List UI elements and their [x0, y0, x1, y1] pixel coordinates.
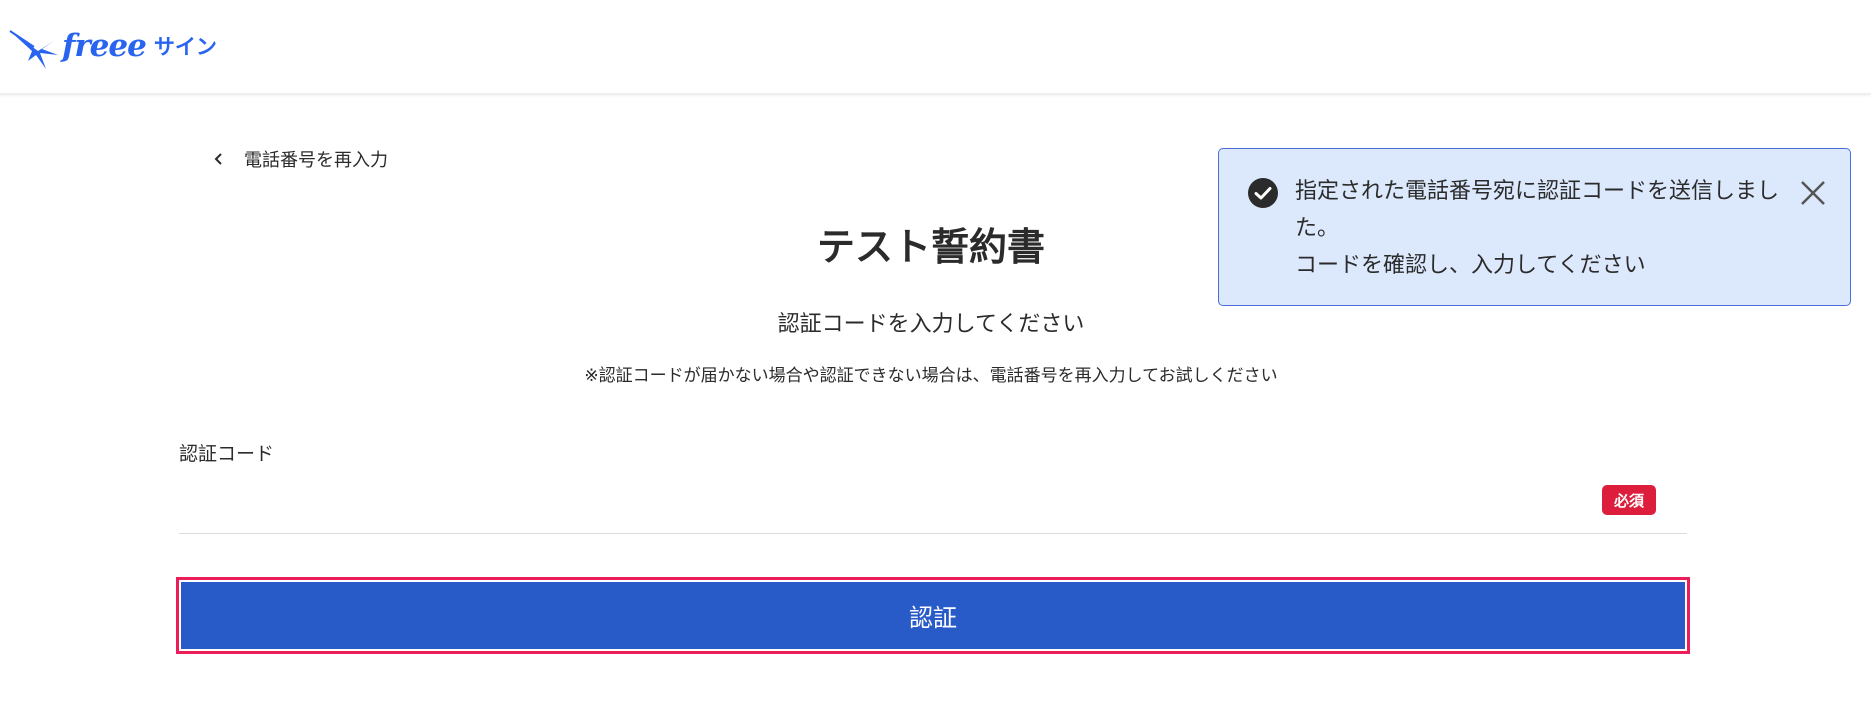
code-field-label: 認証コード	[179, 443, 275, 465]
close-icon[interactable]	[1799, 179, 1827, 207]
check-circle-icon	[1248, 178, 1278, 208]
re-enter-phone-label: 電話番号を再入力	[244, 150, 388, 171]
app-header: freee サイン	[0, 0, 1871, 94]
required-badge: 必須	[1602, 485, 1656, 515]
toast-message-line2: コードを確認し、入力してください	[1295, 253, 1646, 278]
toast-message: 指定された電話番号宛に認証コードを送信しました。 コードを確認し、入力してくださ…	[1295, 173, 1785, 284]
chevron-left-icon	[214, 153, 222, 165]
bird-logo-icon	[9, 30, 58, 69]
verify-button[interactable]: 認証	[181, 582, 1685, 649]
toast-message-line1: 指定された電話番号宛に認証コードを送信しました。	[1295, 179, 1780, 241]
notification-toast: 指定された電話番号宛に認証コードを送信しました。 コードを確認し、入力してくださ…	[1218, 148, 1851, 306]
logo-product-name: サイン	[153, 35, 217, 59]
submit-focus-outline: 認証	[176, 577, 1690, 654]
freee-sign-logo[interactable]: freee サイン	[8, 20, 217, 72]
help-note: ※認証コードが届かない場合や認証できない場合は、電話番号を再入力してお試しくださ…	[584, 366, 1278, 386]
verification-code-input[interactable]	[179, 478, 1687, 534]
logo-wordmark: freee	[62, 28, 147, 64]
re-enter-phone-link[interactable]: 電話番号を再入力	[212, 146, 388, 172]
instruction-heading: 認証コードを入力してください	[777, 312, 1085, 337]
